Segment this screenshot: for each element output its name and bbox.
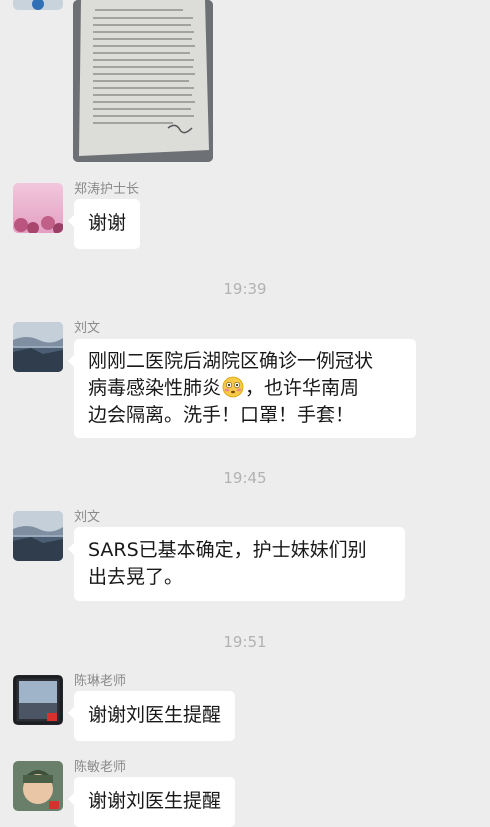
message-text-line: 边会隔离。洗手！口罩！手套！ <box>88 404 355 426</box>
timestamp: 19:51 <box>223 633 267 651</box>
sender-name: 刘文 <box>74 510 101 525</box>
avatar-chen-min[interactable] <box>13 761 63 811</box>
avatar-top-partial[interactable] <box>13 0 63 10</box>
sender-name: 郑涛护士长 <box>74 182 140 197</box>
avatar-liu-wen[interactable] <box>13 511 63 561</box>
avatar-zheng-tao[interactable] <box>13 183 63 233</box>
timestamp: 19:45 <box>223 469 267 487</box>
message-bubble[interactable]: SARS已基本确定，护士妹妹们别 出去晃了。 <box>68 527 405 601</box>
message-text: 谢谢刘医生提醒 <box>88 704 222 726</box>
message-text: SARS已基本确定，护士妹妹们别 出去晃了。 <box>88 539 367 588</box>
message-text-line: 病毒感染性肺炎 ，也许华南周 <box>88 376 360 399</box>
message-text: 谢谢刘医生提醒 <box>88 790 222 812</box>
avatar-chen-lin[interactable] <box>13 675 63 725</box>
message-bubble[interactable]: 谢谢刘医生提醒 <box>67 691 236 741</box>
avatar-liu-wen[interactable] <box>13 322 63 372</box>
message-bubble[interactable]: 刚刚二医院后湖院区确诊一例冠状 病毒感染性肺炎 ，也许华南周 边会隔离。洗手！口罩… <box>68 339 416 438</box>
sender-name: 陈敏老师 <box>74 760 127 775</box>
sender-name: 陈琳老师 <box>74 674 127 689</box>
flushed-face-emoji-icon <box>222 376 244 398</box>
timestamp: 19:39 <box>223 280 267 298</box>
message-text-line: 刚刚二医院后湖院区确诊一例冠状 <box>88 350 374 372</box>
message-text: 谢谢 <box>88 212 127 234</box>
message-bubble[interactable]: 谢谢 <box>67 199 141 249</box>
message-bubble[interactable]: 谢谢刘医生提醒 <box>67 777 236 827</box>
sender-name: 刘文 <box>74 321 101 336</box>
document-photo-message[interactable] <box>73 0 213 162</box>
